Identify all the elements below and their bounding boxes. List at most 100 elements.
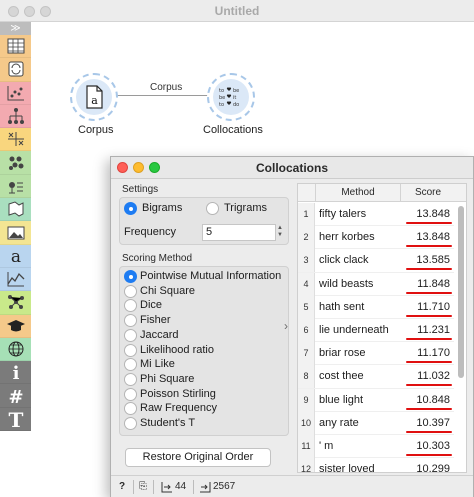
- svg-text:a: a: [10, 247, 20, 265]
- toolbox-category-transform[interactable]: [0, 58, 31, 82]
- toolbox-category-image[interactable]: [0, 221, 31, 245]
- scoring-radio[interactable]: [124, 328, 137, 342]
- svg-text:to: to: [219, 88, 224, 94]
- transform-icon: [6, 60, 26, 78]
- help-icon[interactable]: ?: [119, 481, 125, 492]
- row-index: 1: [298, 203, 315, 226]
- row-method: sister loved: [319, 463, 375, 473]
- restore-original-order-button[interactable]: Restore Original Order: [125, 448, 271, 467]
- score-highlight-underline: [406, 245, 452, 248]
- toolbox-category-tree[interactable]: [0, 104, 31, 129]
- table-row[interactable]: 5 hath sent 11.710: [298, 295, 454, 319]
- toolbox-category-scatter-plot[interactable]: [0, 81, 31, 105]
- toolbox-category-info[interactable]: i: [0, 361, 31, 385]
- tree-icon: [6, 107, 26, 125]
- row-index: 7: [298, 342, 315, 366]
- svg-text:to: to: [219, 102, 224, 108]
- row-score: 13.585: [416, 254, 450, 267]
- table-row[interactable]: 6 lie underneath 11.231: [298, 319, 454, 343]
- data-table-icon: [6, 37, 26, 55]
- table-row[interactable]: 7 briar rose 11.170: [298, 342, 454, 366]
- score-column-header[interactable]: Score: [401, 187, 455, 198]
- scoring-radio[interactable]: [124, 387, 137, 401]
- title-bar: Untitled: [0, 0, 474, 22]
- table-row[interactable]: 11 ' m 10.303: [298, 435, 454, 459]
- toolbox-category-text-mining[interactable]: a: [0, 244, 31, 268]
- row-method: blue light: [319, 393, 364, 406]
- scoring-radio[interactable]: [124, 417, 137, 430]
- svg-text:be: be: [233, 88, 239, 94]
- scoring-radio[interactable]: [124, 402, 137, 416]
- dialog-title-bar: Collocations: [111, 157, 473, 179]
- row-score: 13.848: [416, 231, 450, 244]
- method-column-header[interactable]: Method: [316, 187, 400, 198]
- score-highlight-underline: [406, 338, 452, 340]
- table-row[interactable]: 2 herr korbes 13.848: [298, 226, 454, 250]
- bigrams-radio[interactable]: [124, 202, 137, 215]
- toolbox-category-hash[interactable]: #: [0, 384, 31, 408]
- row-method: briar rose: [319, 347, 366, 360]
- table-row[interactable]: 9 blue light 10.848: [298, 388, 454, 412]
- svg-text:#: #: [8, 387, 23, 405]
- row-index: 6: [298, 319, 315, 342]
- svg-text:be: be: [219, 95, 225, 101]
- toolbox-category-geo[interactable]: [0, 198, 31, 222]
- toolbox-category-timeseries[interactable]: [0, 267, 31, 292]
- table-row[interactable]: 4 wild beasts 11.848: [298, 272, 454, 296]
- row-index: 12: [298, 458, 315, 472]
- collocations-node[interactable]: to be be it to do: [207, 73, 255, 121]
- table-row[interactable]: 1 fifty talers 13.848: [298, 203, 454, 227]
- toolbox-category-data-table[interactable]: [0, 35, 31, 59]
- report-icon[interactable]: ⎘: [139, 481, 147, 492]
- toolbox-collapse-button[interactable]: ≫: [0, 22, 31, 35]
- row-score: 10.848: [416, 393, 450, 406]
- geo-icon: [6, 200, 26, 218]
- status-bar: ? ⎘ 44 2567: [111, 475, 473, 497]
- toolbox-category-model[interactable]: [0, 128, 31, 152]
- widget-toolbox: ≫ a i # T: [0, 22, 31, 432]
- corpus-node-label: Corpus: [78, 124, 114, 136]
- frequency-label: Frequency: [124, 226, 176, 238]
- toolbox-category-network[interactable]: [0, 291, 31, 315]
- trigrams-radio[interactable]: [206, 202, 219, 215]
- table-scrollbar[interactable]: [458, 206, 464, 378]
- frequency-stepper[interactable]: ▲ ▼: [275, 225, 285, 239]
- table-row[interactable]: 3 click clack 13.585: [298, 249, 454, 273]
- splitter-handle-icon[interactable]: ›: [284, 319, 288, 333]
- toolbox-category-evaluate[interactable]: [0, 151, 31, 175]
- score-highlight-underline: [406, 314, 452, 317]
- image-icon: [6, 224, 26, 242]
- row-score: 10.397: [416, 416, 450, 429]
- toolbox-category-education[interactable]: [0, 314, 31, 338]
- scoring-radio[interactable]: [124, 284, 137, 298]
- row-method: ' m: [319, 440, 334, 452]
- row-index: 4: [298, 272, 315, 296]
- table-row[interactable]: 8 cost thee 11.032: [298, 365, 454, 389]
- table-row[interactable]: 12 sister loved 10.299: [298, 458, 454, 473]
- scoring-radio[interactable]: [124, 343, 137, 357]
- scoring-radio[interactable]: [124, 299, 137, 313]
- scoring-radio[interactable]: [124, 270, 137, 283]
- score-highlight-underline: [406, 361, 452, 364]
- output-data-icon: [200, 482, 211, 493]
- svg-text:i: i: [12, 363, 19, 381]
- frequency-input[interactable]: 5: [202, 224, 276, 241]
- scoring-radio[interactable]: [124, 372, 137, 386]
- education-icon: [6, 317, 26, 335]
- scoring-option-label: Jaccard: [140, 328, 179, 341]
- row-score: 10.303: [416, 440, 450, 452]
- collocations-table: Method Score 1 fifty talers 13.848 2 herr ko…: [297, 183, 467, 473]
- score-highlight-underline: [406, 291, 452, 294]
- score-highlight-underline: [406, 430, 452, 433]
- toolbox-category-text[interactable]: T: [0, 407, 31, 432]
- row-method: cost thee: [319, 370, 364, 383]
- unsupervised-icon: [6, 177, 26, 195]
- corpus-node[interactable]: a: [70, 73, 118, 121]
- row-score: 11.231: [417, 324, 450, 336]
- scoring-radio[interactable]: [124, 358, 137, 372]
- scoring-radio[interactable]: [124, 314, 137, 328]
- toolbox-category-globe[interactable]: [0, 337, 31, 362]
- toolbox-category-unsupervised[interactable]: [0, 174, 31, 199]
- table-row[interactable]: 10 any rate 10.397: [298, 411, 454, 435]
- corpus-link[interactable]: [117, 95, 209, 96]
